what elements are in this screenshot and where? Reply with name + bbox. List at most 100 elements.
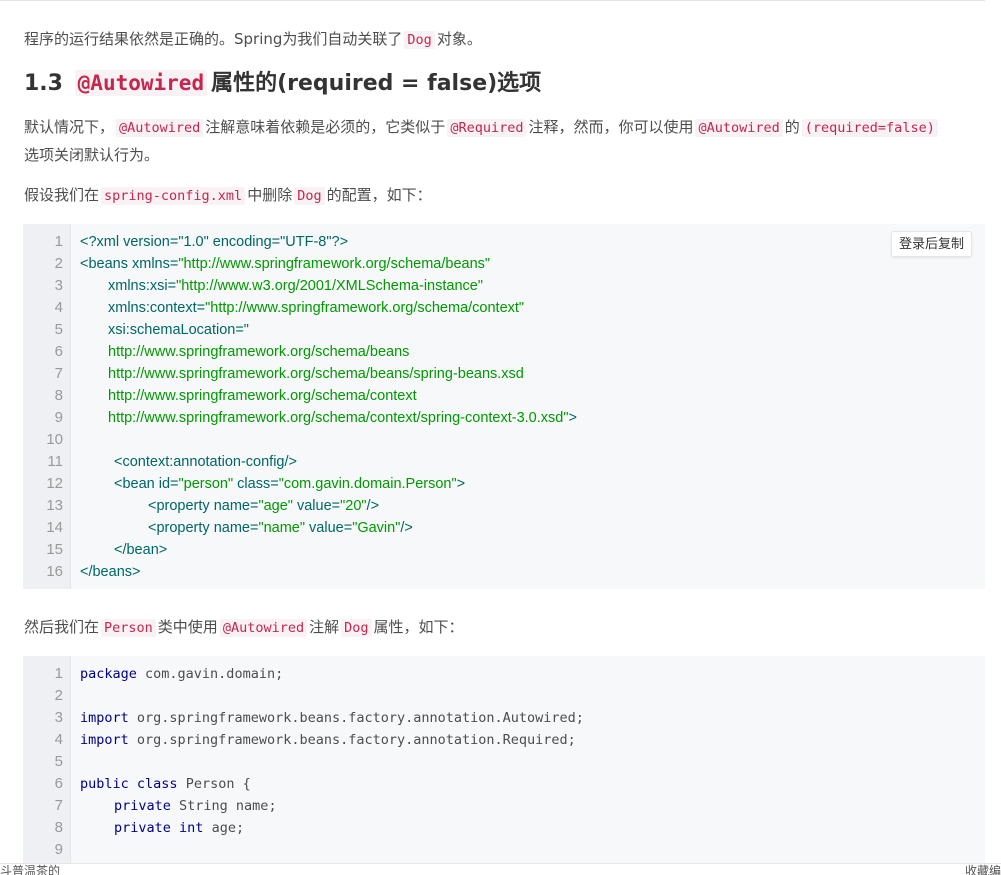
code-token: String name; [170, 798, 277, 814]
code-line: 1 <?xml version="1.0" encoding="UTF-8"?> [23, 231, 985, 253]
code-line: 8 private int age; [23, 817, 985, 839]
code-token: <property name= [148, 520, 259, 536]
code-token: xmlns:context= [108, 300, 206, 316]
line-number: 12 [46, 475, 63, 492]
code-token: org.springframework.beans.factory.annota… [128, 732, 576, 748]
line-number: 8 [54, 819, 63, 836]
code-token: "Gavin" [352, 520, 401, 536]
line-number: 3 [54, 277, 63, 294]
line-number: 1 [54, 665, 63, 682]
inline-code: @Autowired [219, 619, 308, 637]
line-number: 5 [54, 321, 63, 338]
code-text: http://www.springframework.org/schema/be… [108, 341, 409, 363]
code-line: 14 <property name="name" value="Gavin"/> [23, 517, 985, 539]
xml-code-block[interactable]: 登录后复制 1 <?xml version="1.0" encoding="UTF… [23, 224, 985, 589]
para-text: 的配置，如下： [326, 186, 432, 204]
para-text: 默认情况下， [24, 118, 115, 136]
line-number: 1 [54, 233, 63, 250]
code-text: package com.gavin.domain; [80, 663, 283, 685]
intro-text-end: 对象。 [436, 30, 482, 48]
code-text: private int age; [114, 817, 244, 839]
line-number: 16 [46, 563, 63, 580]
inline-code: spring-config.xml [101, 187, 246, 205]
usage-paragraph: 然后我们在 Person 类中使用 @Autowired 注解 Dog 属性，如下： [24, 614, 979, 642]
line-number: 6 [54, 775, 63, 792]
bottom-right-label[interactable]: 收藏编 [965, 864, 1001, 875]
code-token: /> [400, 520, 413, 536]
line-number: 14 [46, 519, 63, 536]
code-text: private String name; [114, 795, 277, 817]
inline-code: Dog [341, 619, 372, 637]
line-number: 5 [54, 753, 63, 770]
para-text: 类中使用 [157, 618, 218, 636]
bottom-left-label: 斗普温茶的 [0, 864, 61, 875]
code-text: import org.springframework.beans.factory… [80, 707, 584, 729]
code-token: "http://www.w3.org/2001/XMLSchema-instan… [176, 278, 483, 294]
code-token: import [80, 732, 129, 748]
code-token: http://www.springframework.org/schema/be… [108, 344, 410, 360]
code-line: 8 http://www.springframework.org/schema/c… [23, 385, 985, 407]
code-line: 1 package com.gavin.domain; [23, 663, 985, 685]
para-text: 注释，然而，你可以使用 [528, 118, 694, 136]
code-line: 2 <beans xmlns="http://www.springframewor… [23, 253, 985, 275]
line-number: 10 [46, 431, 63, 448]
code-token: xsi:schemaLocation=" [108, 322, 249, 338]
code-text: <beans xmlns="http://www.springframework… [80, 253, 490, 275]
line-number: 6 [54, 343, 63, 360]
line-number: 13 [46, 497, 63, 514]
code-line: 2 [23, 685, 985, 707]
code-line: 6 public class Person { [23, 773, 985, 795]
code-token: class= [233, 476, 279, 492]
code-token: value= [305, 520, 353, 536]
inline-code: Dog [404, 31, 435, 49]
code-token: age; [203, 820, 245, 836]
code-token: <?xml version="1.0" encoding="UTF-8"?> [80, 234, 349, 250]
code-text: http://www.springframework.org/schema/be… [108, 363, 524, 385]
para-text: 注解意味着依赖是必须的，它类似于 [205, 118, 446, 136]
code-line: 10 [23, 429, 985, 451]
code-line: 5 xsi:schemaLocation=" [23, 319, 985, 341]
line-number: 11 [47, 453, 63, 470]
section-number: 1.3 [24, 71, 63, 96]
code-text: import org.springframework.beans.factory… [80, 729, 576, 751]
code-token: <beans xmlns= [80, 256, 179, 272]
code-token: > [568, 410, 577, 426]
description-paragraph: 默认情况下， @Autowired 注解意味着依赖是必须的，它类似于 @Require… [24, 114, 979, 169]
line-number: 2 [54, 687, 63, 704]
code-text: <property name="name" value="Gavin"/> [148, 517, 413, 539]
code-text: <bean id="person" class="com.gavin.domai… [114, 473, 465, 495]
code-line: 7 http://www.springframework.org/schema/b… [23, 363, 985, 385]
code-text: http://www.springframework.org/schema/co… [108, 385, 417, 407]
inline-code: Person [101, 619, 156, 637]
code-text: public class Person { [80, 773, 251, 795]
code-token: com.gavin.domain; [136, 666, 284, 682]
code-line: 9 http://www.springframework.org/schema/c… [23, 407, 985, 429]
code-token: "person" [178, 476, 234, 492]
code-token: /> [366, 498, 380, 514]
code-token: xmlns:xsi= [108, 278, 177, 294]
intro-text: 程序的运行结果依然是正确的。Spring为我们自动关联了 [24, 30, 403, 48]
code-token: org.springframework.beans.factory.annota… [128, 710, 584, 726]
inline-code: Dog [294, 187, 325, 205]
code-token: "http://www.springframework.org/schema/c… [205, 300, 525, 316]
para-text: 中删除 [247, 186, 293, 204]
para-text: 的 [784, 118, 800, 136]
code-token: private [114, 820, 171, 836]
inline-code: @Autowired [695, 119, 783, 137]
code-text: </beans> [80, 561, 140, 583]
code-text: <?xml version="1.0" encoding="UTF-8"?> [80, 231, 348, 253]
code-text: </bean> [114, 539, 167, 561]
code-token: "name" [258, 520, 306, 536]
line-number: 2 [54, 255, 63, 272]
code-token: "age" [258, 498, 293, 514]
para-text: 注解 [309, 618, 340, 636]
code-token: import [80, 710, 129, 726]
code-token: > [456, 476, 466, 492]
line-number: 15 [46, 541, 63, 558]
code-text: http://www.springframework.org/schema/co… [108, 407, 577, 429]
code-token: http://www.springframework.org/schema/co… [108, 388, 417, 404]
divider [0, 0, 985, 2]
java-code-block[interactable]: 1 package com.gavin.domain; 2 3 import org.s… [23, 656, 985, 866]
line-number: 9 [54, 409, 63, 426]
bottom-toolbar: 斗普温茶的 收藏编 [0, 863, 1001, 875]
